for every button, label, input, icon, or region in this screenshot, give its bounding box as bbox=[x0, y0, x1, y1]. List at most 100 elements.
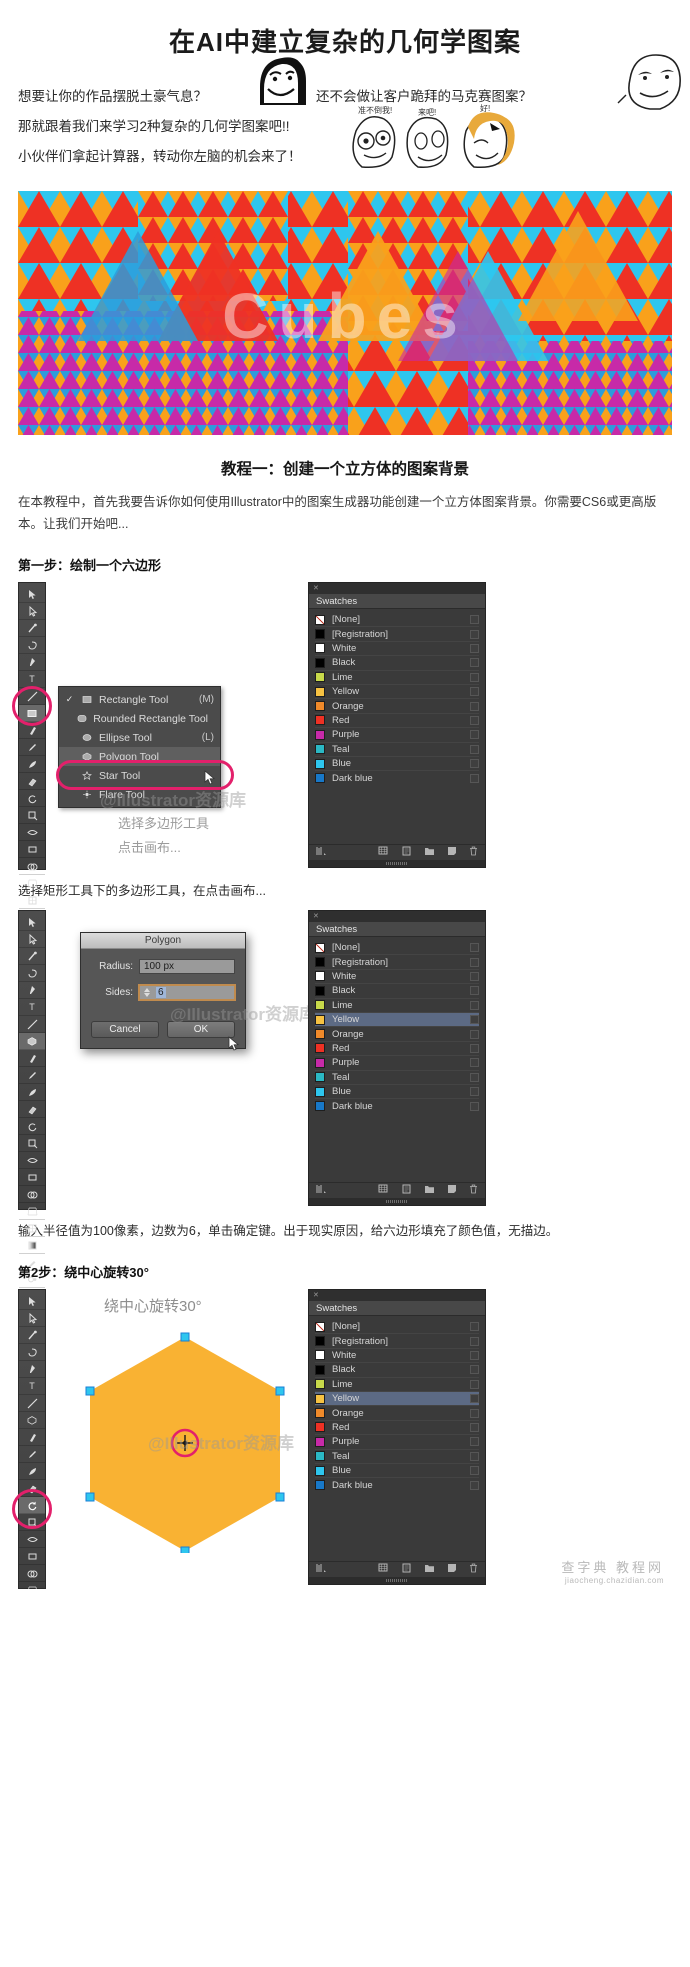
swatch-row[interactable]: Orange bbox=[315, 1406, 479, 1421]
swatch-row[interactable]: Blue bbox=[315, 757, 479, 772]
swatch-row[interactable]: Purple bbox=[315, 1435, 479, 1450]
tool-mesh[interactable] bbox=[19, 892, 45, 909]
swatches-list[interactable]: [None] [Registration] White Black Lime Y… bbox=[309, 937, 485, 1114]
swatch-row[interactable]: Lime bbox=[315, 1378, 479, 1392]
swatches-panel[interactable]: ✕ Swatches [None] [Registration] White B… bbox=[308, 582, 486, 868]
sides-input[interactable]: 6 bbox=[138, 984, 236, 1001]
tool-magic-wand[interactable] bbox=[19, 620, 45, 637]
swatches-panel-2[interactable]: ✕ Swatches [None] [Registration] White B… bbox=[308, 910, 486, 1206]
swatch-row[interactable]: Teal bbox=[315, 1071, 479, 1085]
swatch-row[interactable]: Purple bbox=[315, 1056, 479, 1071]
swatch-row[interactable]: Dark blue bbox=[315, 1478, 479, 1492]
swatch-row[interactable]: Blue bbox=[315, 1085, 479, 1100]
new-swatch-icon[interactable] bbox=[447, 1184, 457, 1196]
swatches-list[interactable]: [None] [Registration] White Black Lime Y… bbox=[309, 609, 485, 786]
tool-blob-brush[interactable] bbox=[19, 1463, 45, 1480]
tool-blend[interactable] bbox=[19, 1271, 45, 1288]
ok-button[interactable]: OK bbox=[167, 1021, 235, 1038]
close-icon[interactable]: ✕ bbox=[313, 584, 319, 592]
swatch-row[interactable]: [None] bbox=[315, 941, 479, 956]
swatch-row[interactable]: Red bbox=[315, 1421, 479, 1436]
swatch-row-selected[interactable]: Yellow bbox=[315, 1012, 479, 1028]
swatch-row[interactable]: Teal bbox=[315, 743, 479, 757]
tool-selection[interactable] bbox=[19, 586, 45, 603]
swatch-row[interactable]: [None] bbox=[315, 1320, 479, 1335]
tool-lasso[interactable] bbox=[19, 637, 45, 654]
tool-paintbrush[interactable] bbox=[19, 722, 45, 739]
swatch-libraries-icon[interactable] bbox=[316, 846, 328, 858]
illustrator-toolbar-3[interactable]: T bbox=[18, 1289, 46, 1589]
tool-scale[interactable] bbox=[19, 1135, 45, 1152]
tool-pencil[interactable] bbox=[19, 1446, 45, 1463]
tool-rectangle[interactable] bbox=[19, 705, 45, 722]
swatch-row[interactable]: [None] bbox=[315, 613, 479, 628]
swatch-row[interactable]: [Registration] bbox=[315, 627, 479, 642]
tool-paintbrush[interactable] bbox=[19, 1429, 45, 1446]
tool-rotate[interactable] bbox=[19, 790, 45, 807]
flyout-item-ellipse-tool[interactable]: Ellipse Tool (L) bbox=[59, 728, 220, 747]
hexagon-artwork[interactable] bbox=[60, 1323, 310, 1553]
tool-direct-selection[interactable] bbox=[19, 931, 45, 948]
tool-perspective-grid[interactable] bbox=[19, 875, 45, 892]
new-color-group-icon[interactable] bbox=[424, 846, 435, 858]
tool-gradient[interactable] bbox=[19, 1237, 45, 1254]
tool-magic-wand[interactable] bbox=[19, 1327, 45, 1344]
panel-resize-grip[interactable] bbox=[309, 859, 485, 867]
tool-scale[interactable] bbox=[19, 807, 45, 824]
tool-type[interactable]: T bbox=[19, 671, 45, 688]
swatch-row[interactable]: [Registration] bbox=[315, 1334, 479, 1349]
swatches-panel-3[interactable]: ✕ Swatches [None] [Registration] White B… bbox=[308, 1289, 486, 1585]
tool-polygon[interactable] bbox=[19, 1412, 45, 1429]
swatch-row[interactable]: Purple bbox=[315, 728, 479, 743]
swatch-row[interactable]: Black bbox=[315, 1363, 479, 1378]
swatch-libraries-icon[interactable] bbox=[316, 1563, 328, 1575]
show-swatch-kinds-icon[interactable] bbox=[378, 846, 390, 858]
tool-perspective-grid[interactable] bbox=[19, 1203, 45, 1220]
swatches-footer[interactable] bbox=[309, 843, 485, 860]
swatch-row[interactable]: Orange bbox=[315, 699, 479, 714]
swatch-row[interactable]: Black bbox=[315, 656, 479, 671]
swatches-tab[interactable]: Swatches bbox=[309, 1301, 485, 1316]
swatches-footer[interactable] bbox=[309, 1181, 485, 1198]
swatch-row[interactable]: White bbox=[315, 970, 479, 985]
tool-blob-brush[interactable] bbox=[19, 1084, 45, 1101]
tool-pencil[interactable] bbox=[19, 739, 45, 756]
swatches-tab[interactable]: Swatches bbox=[309, 922, 485, 937]
swatch-row-selected[interactable]: Yellow bbox=[315, 1391, 479, 1407]
swatches-tab[interactable]: Swatches bbox=[309, 594, 485, 609]
swatch-row[interactable]: Yellow bbox=[315, 685, 479, 700]
tool-free-transform[interactable] bbox=[19, 841, 45, 858]
delete-swatch-icon[interactable] bbox=[469, 1563, 478, 1575]
illustrator-toolbar[interactable]: T bbox=[18, 582, 46, 977]
new-swatch-icon[interactable] bbox=[447, 846, 457, 858]
tool-rotate[interactable] bbox=[19, 1497, 45, 1514]
tool-shape-builder[interactable] bbox=[19, 1565, 45, 1582]
radius-input[interactable]: 100 px bbox=[139, 959, 235, 974]
swatch-options-icon[interactable] bbox=[402, 1563, 412, 1575]
illustrator-toolbar-2[interactable]: T bbox=[18, 910, 46, 1305]
swatch-row[interactable]: Red bbox=[315, 714, 479, 729]
tool-width[interactable] bbox=[19, 1152, 45, 1169]
tool-type[interactable]: T bbox=[19, 1378, 45, 1395]
tool-lasso[interactable] bbox=[19, 1344, 45, 1361]
tool-pen[interactable] bbox=[19, 1361, 45, 1378]
tool-mesh[interactable] bbox=[19, 1220, 45, 1237]
swatch-options-icon[interactable] bbox=[402, 846, 412, 858]
swatch-row[interactable]: Orange bbox=[315, 1027, 479, 1042]
swatch-row[interactable]: Lime bbox=[315, 999, 479, 1013]
swatch-row[interactable]: Lime bbox=[315, 671, 479, 685]
tool-width[interactable] bbox=[19, 1531, 45, 1548]
swatch-row[interactable]: Dark blue bbox=[315, 1099, 479, 1113]
tool-type[interactable]: T bbox=[19, 999, 45, 1016]
polygon-dialog[interactable]: Polygon Radius: 100 px Sides: 6 Cancel O… bbox=[80, 932, 246, 1049]
tool-magic-wand[interactable] bbox=[19, 948, 45, 965]
tool-pencil[interactable] bbox=[19, 1067, 45, 1084]
panel-resize-grip[interactable] bbox=[309, 1576, 485, 1584]
flyout-item-rectangle-tool[interactable]: ✓ Rectangle Tool (M) bbox=[59, 690, 220, 709]
swatch-row[interactable]: Blue bbox=[315, 1464, 479, 1479]
tool-pen[interactable] bbox=[19, 982, 45, 999]
swatch-row[interactable]: Red bbox=[315, 1042, 479, 1057]
flyout-item-rounded-rectangle-tool[interactable]: Rounded Rectangle Tool bbox=[59, 709, 220, 728]
tool-shape-builder[interactable] bbox=[19, 858, 45, 875]
tool-pen[interactable] bbox=[19, 654, 45, 671]
